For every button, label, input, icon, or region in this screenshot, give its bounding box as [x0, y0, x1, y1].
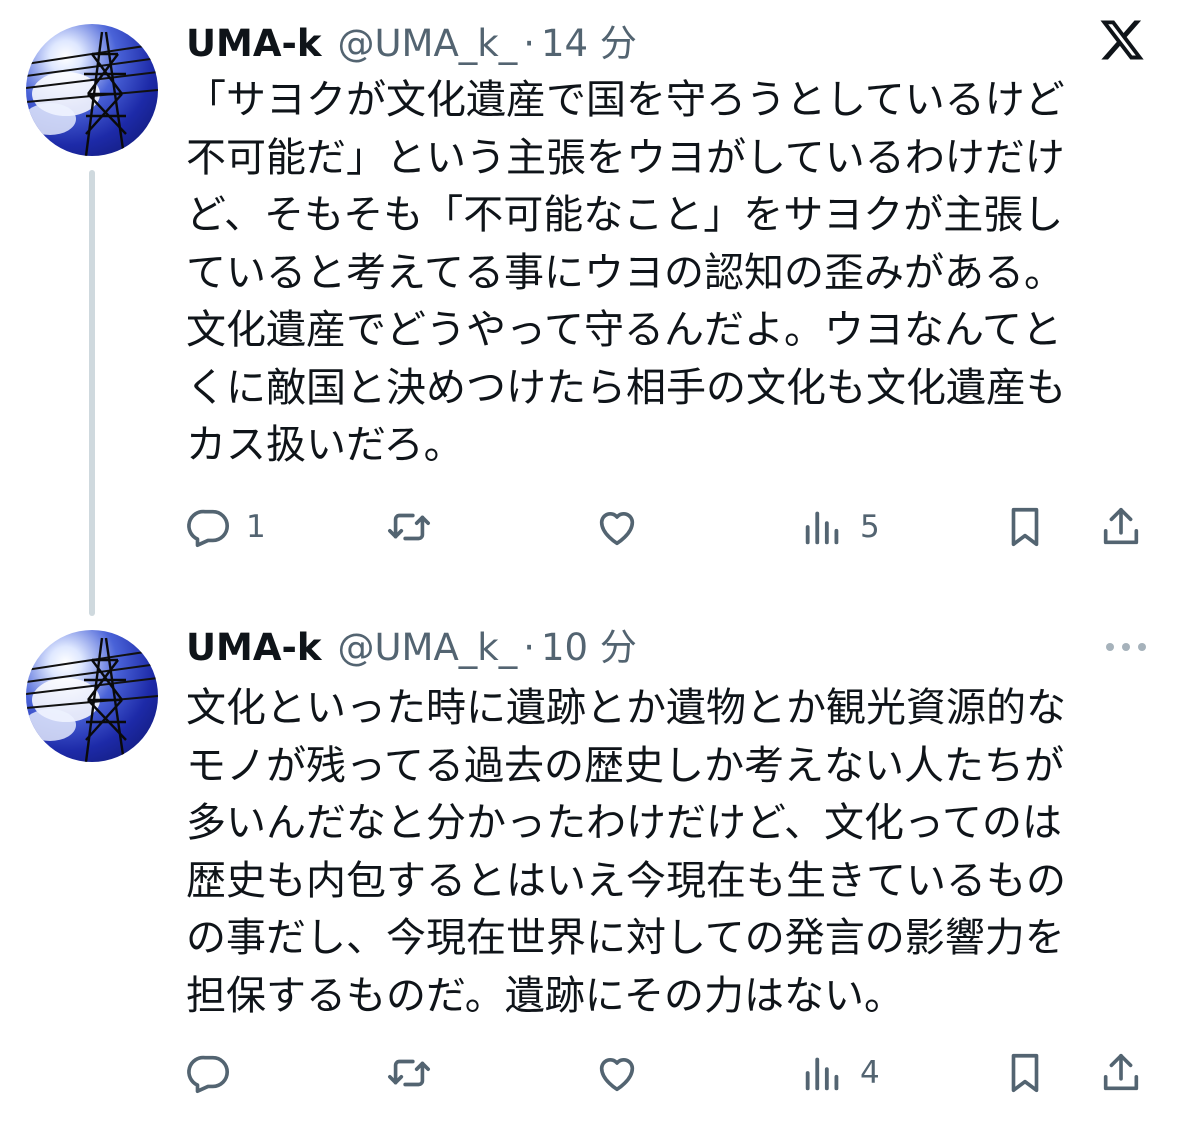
- tweet-text: 文化といった時に遺跡とか遺物とか観光資源的な モノが残ってる過去の歴史しか考えな…: [186, 685, 1066, 1019]
- bookmark-icon: [1011, 507, 1039, 547]
- handle[interactable]: @UMA_k_: [337, 624, 517, 672]
- reply-icon: [187, 1055, 229, 1094]
- like-button[interactable]: [594, 1046, 654, 1100]
- views-button[interactable]: 4: [800, 1046, 880, 1100]
- action-bar: 1 5: [186, 500, 1146, 554]
- like-button[interactable]: [594, 500, 654, 554]
- thread-connector-line: [89, 170, 95, 616]
- like-icon: [599, 1058, 635, 1092]
- retweet-button[interactable]: [386, 1046, 446, 1100]
- thread-screenshot: UMA-k @UMA_k_ · 14 分 「サヨクが文化遺産で国を守ろうとしてい…: [0, 0, 1179, 1134]
- display-name[interactable]: UMA-k: [186, 20, 321, 68]
- share-button[interactable]: [1098, 1046, 1144, 1100]
- reply-button[interactable]: [186, 1046, 246, 1100]
- timestamp[interactable]: 10 分: [541, 624, 637, 672]
- views-icon: [805, 1057, 839, 1091]
- like-icon: [599, 512, 635, 546]
- tweet-header: UMA-k @UMA_k_ · 14 分: [186, 20, 637, 68]
- share-icon: [1103, 507, 1139, 545]
- handle[interactable]: @UMA_k_: [337, 20, 517, 68]
- share-button[interactable]: [1098, 500, 1144, 554]
- bookmark-button[interactable]: [1002, 500, 1048, 554]
- views-icon: [805, 511, 839, 545]
- action-bar: 4: [186, 1046, 1146, 1100]
- reply-count: 1: [246, 509, 266, 545]
- tweet-header: UMA-k @UMA_k_ · 10 分: [186, 624, 637, 672]
- reply-icon: [187, 509, 229, 548]
- share-icon: [1103, 1053, 1139, 1091]
- display-name[interactable]: UMA-k: [186, 624, 321, 672]
- timestamp[interactable]: 14 分: [541, 20, 637, 68]
- reply-button[interactable]: 1: [186, 500, 266, 554]
- retweet-icon: [388, 513, 430, 541]
- bookmark-button[interactable]: [1002, 1046, 1048, 1100]
- bookmark-icon: [1011, 1053, 1039, 1093]
- more-dots-icon[interactable]: [1104, 640, 1148, 654]
- views-button[interactable]: 5: [800, 500, 880, 554]
- separator-dot: ·: [523, 626, 535, 669]
- avatar[interactable]: [26, 630, 158, 762]
- retweet-button[interactable]: [386, 500, 446, 554]
- x-logo-icon: [1100, 20, 1144, 60]
- tweet-text: 「サヨクが文化遺産で国を守ろうとしているけど 不可能だ」という主張をウヨがしてい…: [186, 77, 1066, 468]
- views-count: 4: [860, 1055, 880, 1091]
- views-count: 5: [860, 509, 880, 545]
- separator-dot: ·: [523, 22, 535, 65]
- retweet-icon: [388, 1059, 430, 1087]
- avatar[interactable]: [26, 24, 158, 156]
